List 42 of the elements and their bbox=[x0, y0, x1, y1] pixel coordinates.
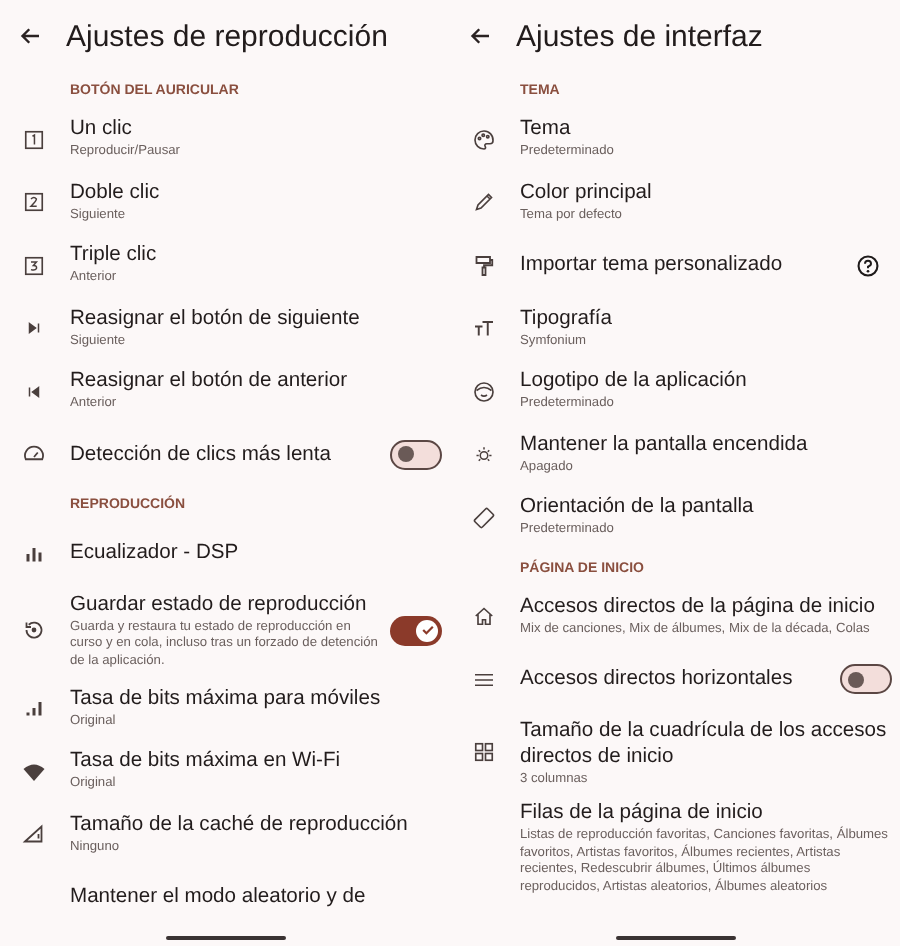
setting-title[interactable]: Tamaño de la cuadrícula de los accesos directos de inicio bbox=[520, 717, 892, 769]
setting-title[interactable]: Logotipo de la aplicación bbox=[520, 368, 892, 395]
home-icon bbox=[471, 604, 495, 629]
setting-title[interactable]: Doble clic bbox=[70, 179, 442, 206]
font-icon bbox=[471, 316, 495, 341]
screen-title: Ajustes de interfaz bbox=[516, 19, 763, 53]
toggle-switch[interactable] bbox=[390, 439, 442, 470]
pen-icon bbox=[471, 190, 495, 215]
setting-title[interactable]: Tamaño de la caché de reproducción bbox=[70, 811, 442, 838]
setting-title[interactable]: Importar tema personalizado bbox=[520, 252, 844, 279]
history-icon bbox=[21, 618, 45, 643]
back-arrow-icon[interactable] bbox=[468, 24, 492, 48]
screen-title: Ajustes de reproducción bbox=[66, 19, 388, 53]
sun-icon bbox=[471, 442, 495, 467]
signal-icon bbox=[21, 696, 45, 721]
help-icon[interactable] bbox=[856, 253, 880, 278]
setting-title[interactable]: Tema bbox=[520, 116, 892, 143]
setting-title[interactable]: Filas de la página de inicio bbox=[520, 800, 892, 827]
setting-title[interactable]: Accesos directos de la página de inicio bbox=[520, 593, 892, 620]
wifi-icon bbox=[21, 759, 45, 784]
check-icon bbox=[419, 622, 435, 639]
setting-title[interactable]: Accesos directos horizontales bbox=[520, 666, 828, 693]
setting-title[interactable]: Mantener la pantalla encendida bbox=[520, 431, 892, 458]
setting-title[interactable]: Triple clic bbox=[70, 242, 442, 269]
setting-title[interactable]: Ecualizador - DSP bbox=[70, 540, 442, 567]
setting-title[interactable]: Mantener el modo aleatorio y de bbox=[70, 884, 442, 911]
toggle-switch[interactable] bbox=[840, 664, 892, 695]
roller-icon bbox=[471, 253, 495, 278]
setting-title[interactable]: Color principal bbox=[520, 179, 892, 206]
toggle-switch[interactable] bbox=[390, 615, 442, 646]
setting-title[interactable]: Reasignar el botón de anterior bbox=[70, 368, 442, 395]
setting-title[interactable]: Reasignar el botón de siguiente bbox=[70, 305, 442, 332]
setting-title[interactable]: Tasa de bits máxima para móviles bbox=[70, 685, 442, 712]
setting-title[interactable]: Tipografía bbox=[520, 305, 892, 332]
grid-icon bbox=[471, 740, 495, 765]
setting-title[interactable]: Guardar estado de reproducción bbox=[70, 591, 378, 617]
setting-title[interactable]: Detección de clics más lenta bbox=[70, 441, 378, 468]
setting-title[interactable]: Orientación de la pantalla bbox=[520, 494, 892, 521]
palette-icon bbox=[471, 127, 495, 152]
back-arrow-icon[interactable] bbox=[18, 24, 42, 48]
setting-title[interactable]: Tasa de bits máxima en Wi-Fi bbox=[70, 748, 442, 775]
setting-title[interactable]: Un clic bbox=[70, 116, 442, 143]
